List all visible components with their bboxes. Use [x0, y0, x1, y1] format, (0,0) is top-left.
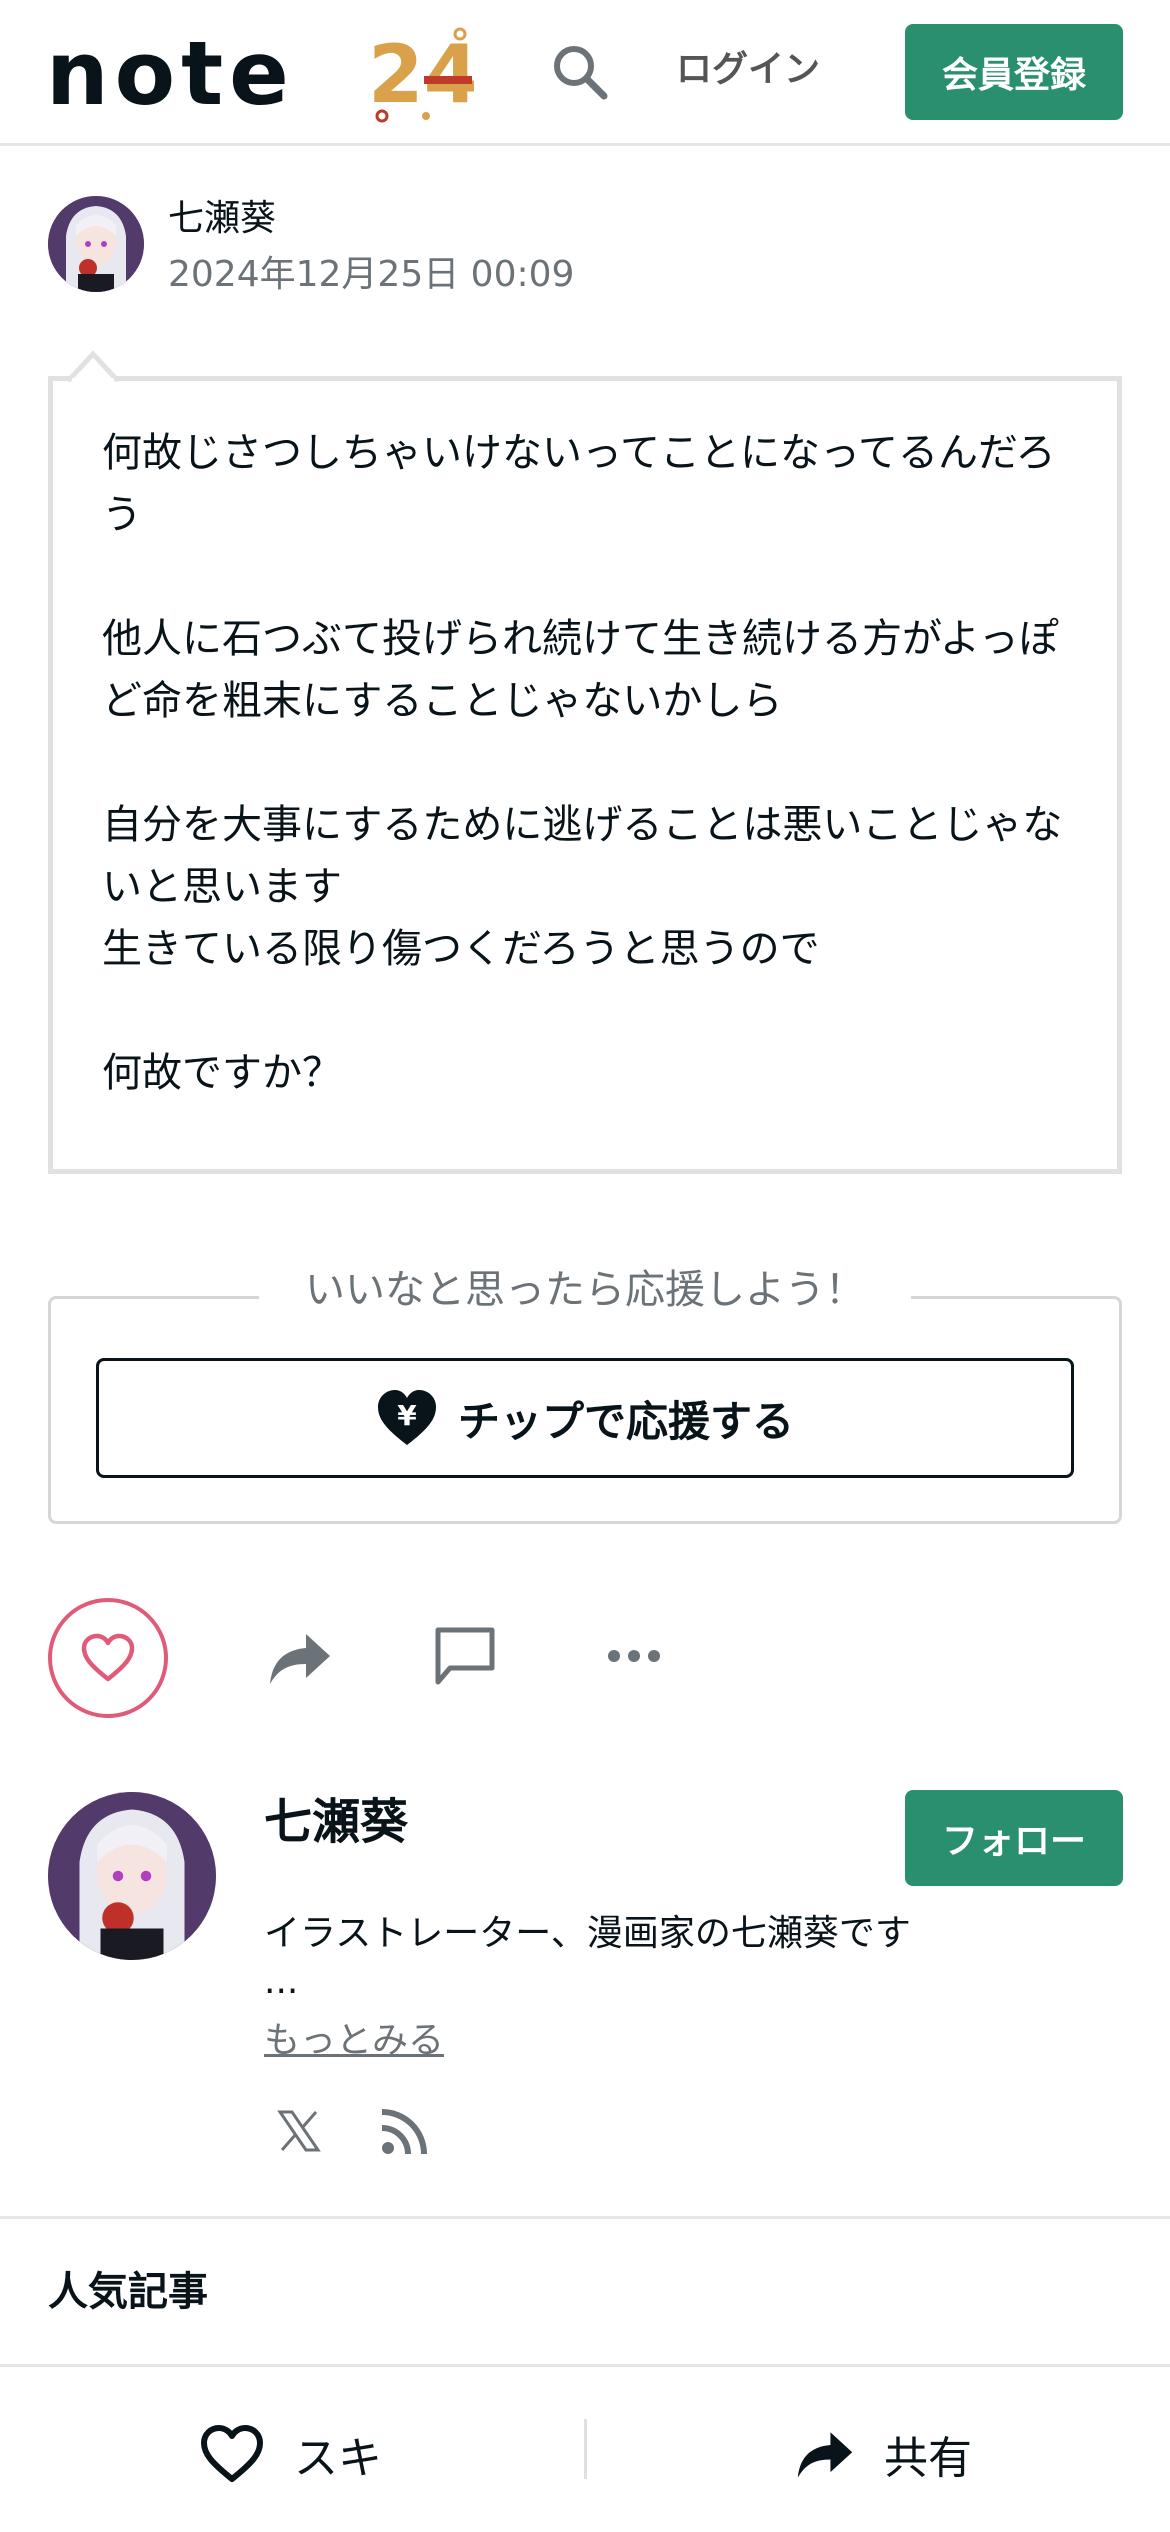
search-icon [554, 46, 608, 100]
comment-icon[interactable] [432, 1624, 498, 1690]
tip-button[interactable]: ¥ チップで応援する [96, 1358, 1074, 1478]
follow-button[interactable]: フォロー [905, 1790, 1123, 1886]
share-icon[interactable] [268, 1630, 332, 1686]
like-button[interactable] [48, 1598, 168, 1718]
svg-text:¥: ¥ [397, 1399, 417, 1432]
header: note 24 ログイン 会員登録 [0, 0, 1170, 146]
page: note 24 ログイン 会員登録 七瀬葵 2024年12月25日 00:09 … [0, 0, 1170, 2532]
profile-bio: イラストレーター、漫画家の七瀬葵です [264, 1913, 911, 1954]
profile-bio-ellipsis: ... [264, 1961, 299, 2002]
post-author-name[interactable]: 七瀬葵 [168, 196, 276, 242]
bottom-like-label: スキ [294, 2433, 382, 2484]
share-icon [797, 2432, 853, 2478]
post-date: 2024年12月25日 00:09 [168, 254, 575, 295]
heart-icon [201, 2425, 263, 2482]
section-divider [0, 2216, 1170, 2219]
post-author-avatar[interactable] [48, 196, 144, 292]
login-link[interactable]: ログイン [676, 48, 820, 92]
bottom-share-button[interactable]: 共有 [796, 2419, 972, 2489]
profile-avatar[interactable] [48, 1792, 216, 1960]
rss-icon[interactable] [380, 2106, 430, 2156]
logo-24-badge: 24 [368, 27, 474, 123]
post-body: 何故じさつしちゃいけないってことになってるんだろう 他人に石つぶて投げられ続けて… [102, 430, 1063, 1096]
more-icon[interactable] [606, 1646, 662, 1666]
x-icon[interactable] [276, 2108, 322, 2154]
popular-articles-title: 人気記事 [48, 2269, 208, 2315]
logo-text: note [46, 22, 295, 125]
more-link[interactable]: もっとみる [264, 2016, 444, 2066]
support-caption-wrap: いいなと思ったら応援しよう！ [0, 1262, 1170, 1318]
note-logo[interactable]: note 24 [46, 22, 474, 125]
bottom-like-button[interactable]: スキ [200, 2419, 382, 2489]
avatar-image [48, 196, 144, 292]
bubble-tail [68, 350, 118, 382]
yen-heart-icon: ¥ [377, 1390, 436, 1445]
support-caption: いいなと思ったら応援しよう！ [259, 1267, 911, 1313]
heart-icon [81, 1633, 135, 1682]
logo-badge-text: 24 [368, 28, 474, 121]
tip-button-label: チップで応援する [457, 1396, 794, 1446]
bottom-share-label: 共有 [884, 2433, 972, 2484]
bottom-bar-separator [584, 2419, 587, 2479]
tip-button-inner: ¥ チップで応援する [99, 1361, 1071, 1475]
search-button[interactable] [548, 40, 612, 104]
bottom-bar: スキ 共有 [0, 2364, 1170, 2532]
signup-button[interactable]: 会員登録 [905, 24, 1123, 120]
profile-name[interactable]: 七瀬葵 [264, 1790, 408, 1854]
avatar-image [48, 1792, 216, 1960]
